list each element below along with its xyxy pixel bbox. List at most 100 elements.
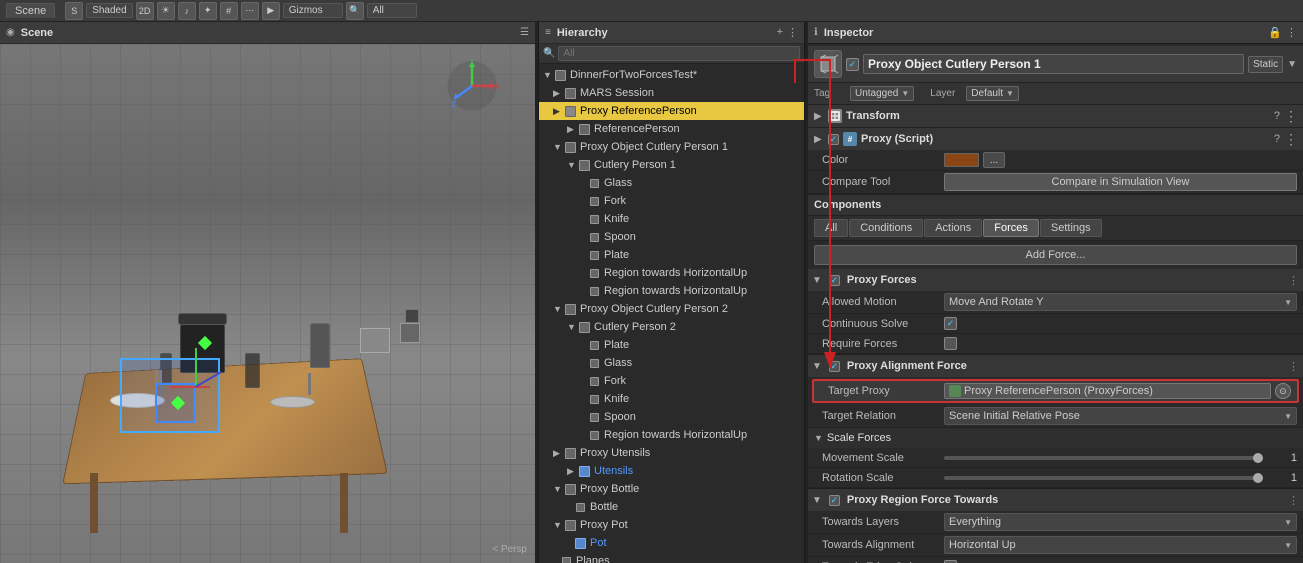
hier-item-spoon-1[interactable]: Spoon (539, 228, 804, 246)
proxy-alignment-header[interactable]: ▼ Proxy Alignment Force ⋮ (808, 355, 1303, 377)
play-btn[interactable]: ▶ (262, 2, 280, 20)
proxy-alignment-options-icon[interactable]: ⋮ (1288, 360, 1299, 373)
hier-item-region-1[interactable]: Region towards HorizontalUp (539, 264, 804, 282)
scale-forces-header[interactable]: ▼ Scale Forces (808, 428, 1303, 448)
label-cutlery-2-sub: Cutlery Person 2 (594, 321, 676, 333)
tag-dropdown[interactable]: Untagged ▼ (850, 86, 914, 101)
require-forces-checkbox[interactable] (944, 337, 957, 350)
proxy-region-enable-checkbox[interactable] (829, 495, 840, 506)
hier-item-fork-1[interactable]: Fork (539, 192, 804, 210)
add-force-btn[interactable]: Add Force... (814, 245, 1297, 265)
inspector-lock-icon[interactable]: 🔒 (1268, 26, 1282, 39)
hier-item-plate-2[interactable]: Plate (539, 336, 804, 354)
movement-scale-slider-area: 1 (944, 452, 1297, 464)
static-dropdown-arrow[interactable]: ▼ (1287, 59, 1297, 70)
hier-item-region-3[interactable]: Region towards HorizontalUp (539, 426, 804, 444)
towards-alignment-dropdown[interactable]: Horizontal Up ▼ (944, 536, 1297, 554)
hier-item-bottle[interactable]: ▼ Proxy Bottle (539, 480, 804, 498)
hier-item-knife-1[interactable]: Knife (539, 210, 804, 228)
audio-btn[interactable]: ♪ (178, 2, 196, 20)
tab-conditions[interactable]: Conditions (849, 219, 923, 237)
hier-item-cutlery-2[interactable]: ▼ Proxy Object Cutlery Person 2 (539, 300, 804, 318)
hierarchy-add-btn[interactable]: + (777, 26, 783, 39)
scene-gizmo[interactable]: Y X Z (445, 59, 500, 114)
2d-btn[interactable]: 2D (136, 2, 154, 20)
hier-item-planes[interactable]: Planes (539, 552, 804, 563)
hier-item-plate-1[interactable]: Plate (539, 246, 804, 264)
vfx-btn[interactable]: ✦ (199, 2, 217, 20)
dots-btn[interactable]: ⋯ (241, 2, 259, 20)
scene-panel-options[interactable]: ☰ (520, 27, 529, 38)
inspector-opts-btn[interactable]: ⋮ (1286, 26, 1297, 39)
color-swatch[interactable] (944, 153, 979, 167)
shaded-dropdown[interactable]: Shaded (86, 3, 132, 18)
hier-item-region-2[interactable]: Region towards HorizontalUp (539, 282, 804, 300)
movement-scale-thumb[interactable] (1253, 453, 1263, 463)
proxy-alignment-enable-checkbox[interactable] (829, 361, 840, 372)
static-badge[interactable]: Static (1248, 56, 1283, 73)
hier-item-knife-2[interactable]: Knife (539, 390, 804, 408)
tab-all[interactable]: All (814, 219, 848, 237)
transform-header[interactable]: ▶ Transform ? ⋮ (808, 105, 1303, 127)
proxy-alignment-section: ▼ Proxy Alignment Force ⋮ Target Proxy P… (808, 355, 1303, 489)
search-input-btn[interactable]: All (367, 3, 417, 18)
hierarchy-search-input[interactable] (558, 46, 800, 61)
proxy-script-options-icon[interactable]: ⋮ (1284, 131, 1297, 148)
transform-options-icon[interactable]: ⋮ (1284, 108, 1297, 125)
proxy-forces-enable-checkbox[interactable] (829, 275, 840, 286)
hier-item-ref-person[interactable]: ▶ ReferencePerson (539, 120, 804, 138)
grid-btn[interactable]: # (220, 2, 238, 20)
tab-actions[interactable]: Actions (924, 219, 982, 237)
scene-viewport[interactable]: Y X Z < Persp (0, 44, 535, 563)
hier-item-proxy-ref[interactable]: ▶ Proxy ReferencePerson (539, 102, 804, 120)
tab-forces[interactable]: Forces (983, 219, 1039, 237)
continuous-solve-checkbox[interactable] (944, 317, 957, 330)
compare-simulation-btn[interactable]: Compare in Simulation View (944, 173, 1297, 191)
proxy-region-header[interactable]: ▼ Proxy Region Force Towards ⋮ (808, 489, 1303, 511)
proxy-script-help-icon[interactable]: ? (1274, 133, 1280, 145)
rotation-scale-slider[interactable] (944, 476, 1263, 480)
hier-item-utensils-sub[interactable]: ▶ Utensils (539, 462, 804, 480)
search-icon-btn[interactable]: 🔍 (346, 2, 364, 20)
hier-item-glass-2[interactable]: Glass (539, 354, 804, 372)
layer-dropdown[interactable]: Default ▼ (966, 86, 1019, 101)
obj-name-field[interactable]: Proxy Object Cutlery Person 1 (863, 54, 1244, 74)
hier-item-glass-1[interactable]: Glass (539, 174, 804, 192)
icon-bottle (563, 482, 577, 496)
target-proxy-field[interactable]: Proxy ReferencePerson (ProxyForces) (944, 383, 1271, 399)
light-btn[interactable]: ☀ (157, 2, 175, 20)
toolbar-btn-1[interactable]: S (65, 2, 83, 20)
tab-settings[interactable]: Settings (1040, 219, 1102, 237)
obj-enable-checkbox[interactable] (846, 58, 859, 71)
allowed-motion-label: Allowed Motion (814, 296, 944, 308)
rotation-scale-thumb[interactable] (1253, 473, 1263, 483)
proxy-forces-header[interactable]: ▼ Proxy Forces ⋮ (808, 269, 1303, 291)
scene-tab[interactable]: Scene (6, 3, 55, 18)
towards-layers-dropdown[interactable]: Everything ▼ (944, 513, 1297, 531)
proxy-region-options-icon[interactable]: ⋮ (1288, 494, 1299, 507)
label-utensils: Proxy Utensils (580, 447, 650, 459)
gizmos-dropdown[interactable]: Gizmos (283, 3, 343, 18)
hier-item-pot[interactable]: ▼ Proxy Pot (539, 516, 804, 534)
hier-item-fork-2[interactable]: Fork (539, 372, 804, 390)
hier-item-utensils[interactable]: ▶ Proxy Utensils (539, 444, 804, 462)
hier-item-cutlery-2-sub[interactable]: ▼ Cutlery Person 2 (539, 318, 804, 336)
proxy-script-header[interactable]: ▶ # Proxy (Script) ? ⋮ (808, 128, 1303, 150)
hier-item-pot-sub[interactable]: Pot (539, 534, 804, 552)
hier-item-dinner[interactable]: ▼ DinnerForTwoForcesTest* (539, 66, 804, 84)
hier-item-spoon-2[interactable]: Spoon (539, 408, 804, 426)
hier-item-bottle-sub[interactable]: Bottle (539, 498, 804, 516)
proxy-enable-checkbox[interactable] (828, 134, 839, 145)
hier-item-cutlery-1[interactable]: ▼ Proxy Object Cutlery Person 1 (539, 138, 804, 156)
color-edit-btn[interactable]: ... (983, 152, 1005, 168)
allowed-motion-dropdown[interactable]: Move And Rotate Y ▼ (944, 293, 1297, 311)
target-proxy-select-btn[interactable]: ⊙ (1275, 383, 1291, 399)
transform-help-icon[interactable]: ? (1274, 110, 1280, 122)
hier-item-cutlery-1-sub[interactable]: ▼ Cutlery Person 1 (539, 156, 804, 174)
hierarchy-opts-btn[interactable]: ⋮ (787, 26, 798, 39)
hier-item-mars[interactable]: ▶ MARS Session (539, 84, 804, 102)
target-relation-dropdown[interactable]: Scene Initial Relative Pose ▼ (944, 407, 1297, 425)
arrow-dinner: ▼ (543, 70, 553, 80)
proxy-forces-options-icon[interactable]: ⋮ (1288, 274, 1299, 287)
movement-scale-slider[interactable] (944, 456, 1263, 460)
